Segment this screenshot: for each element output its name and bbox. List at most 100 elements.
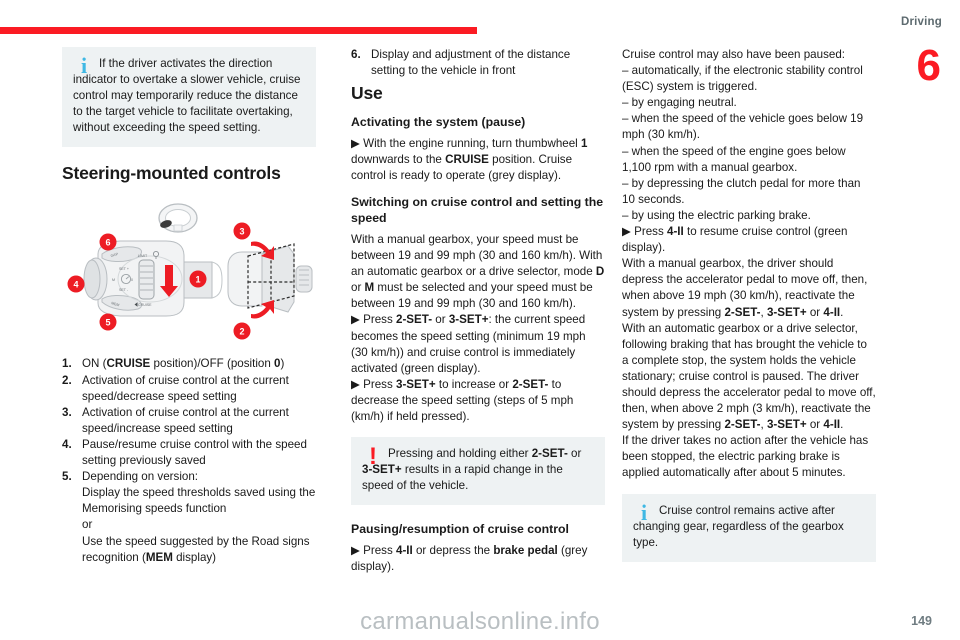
emphasis: 0 bbox=[274, 357, 281, 371]
svg-text:2: 2 bbox=[239, 327, 244, 337]
cruise-label: CRUISE bbox=[138, 303, 152, 307]
thumbwheel-1 bbox=[138, 259, 155, 300]
warning-callout-rapid-change: ! Pressing and holding either 2-SET- or … bbox=[351, 437, 605, 506]
list-item-line: speed/decrease speed setting bbox=[82, 389, 237, 403]
info-callout-gearbox: i Cruise control remains active after ch… bbox=[622, 493, 876, 562]
cruise-control-numbered-list: 1. ON (CRUISE position)/OFF (position 0) 2… bbox=[62, 356, 316, 565]
list-item-line: Memorising speeds function bbox=[82, 502, 227, 516]
list-item: 1. ON (CRUISE position)/OFF (position 0) bbox=[62, 356, 316, 372]
callout-marker-4: 4 bbox=[67, 275, 85, 293]
svg-text:6: 6 bbox=[105, 238, 110, 248]
warning-icon: ! bbox=[369, 443, 377, 471]
list-item-number: 4. bbox=[62, 437, 72, 451]
zero-position-label: 0 bbox=[131, 278, 133, 282]
emphasis: 2-SET- bbox=[724, 418, 761, 432]
list-item-line: Use the speed suggested by the Road sign… bbox=[82, 534, 310, 548]
header-red-rule bbox=[0, 27, 477, 34]
list-item-number: 1. bbox=[62, 357, 72, 371]
warning-callout-text: Pressing and holding either 2-SET- or 3-… bbox=[362, 447, 582, 493]
paused-reason-item: – automatically, if the electronic stabi… bbox=[622, 64, 863, 94]
emphasis: CRUISE bbox=[106, 357, 151, 371]
column-left: i If the driver activates the direction … bbox=[62, 47, 316, 566]
paragraph-resume: ▶ Press 4-II to resume cruise control (g… bbox=[622, 225, 848, 255]
svg-text:4: 4 bbox=[73, 280, 78, 290]
list-item-line: Display the speed thresholds saved using… bbox=[82, 486, 316, 500]
paragraph-no-action: If the driver takes no action after the … bbox=[622, 434, 869, 480]
emphasis: 3-SET+ bbox=[766, 418, 807, 432]
info-callout-overtake-text: If the driver activates the direction in… bbox=[73, 57, 301, 135]
emphasis: 1 bbox=[580, 136, 588, 150]
list-item-line: Depending on version: bbox=[82, 470, 199, 484]
info-callout-gearbox-text: Cruise control remains active after chan… bbox=[633, 503, 844, 549]
list-item-number: 2. bbox=[62, 373, 72, 387]
subheading-switching-on: Switching on cruise control and setting … bbox=[351, 194, 604, 226]
emphasis: M bbox=[364, 281, 375, 295]
list-item-line: speed/increase speed setting bbox=[82, 421, 233, 435]
emphasis: 2-SET- bbox=[396, 313, 433, 327]
list-item-line: setting previously saved bbox=[82, 454, 206, 468]
emphasis: D bbox=[595, 265, 605, 279]
callout-marker-1: 1 bbox=[189, 270, 207, 288]
list-item-line: Activation of cruise control at the curr… bbox=[82, 405, 289, 419]
svg-text:5: 5 bbox=[105, 318, 110, 328]
paragraph-pause-resume: ▶ Press 4-II or depress the brake pedal … bbox=[351, 543, 588, 573]
paused-reason-item: – by using the electric parking brake. bbox=[622, 208, 811, 222]
limit-label: LIMIT bbox=[138, 254, 148, 258]
emphasis: 2-SET- bbox=[512, 377, 549, 391]
paused-reason-item: – when the speed of the vehicle goes bel… bbox=[622, 112, 864, 142]
emphasis: 3-SET+ bbox=[396, 377, 436, 391]
manual-page: Driving 6 i If the driver activates the … bbox=[0, 0, 960, 640]
list-item-line: Activation of cruise control at the curr… bbox=[82, 373, 289, 387]
list-item-line: or bbox=[82, 518, 93, 532]
page-title: Steering-mounted controls bbox=[62, 163, 281, 184]
list-item-line: setting to the vehicle in front bbox=[371, 64, 516, 78]
chapter-number: 6 bbox=[916, 41, 942, 90]
list-item-number: 6. bbox=[351, 48, 361, 61]
paragraph-automatic-gearbox: With an automatic gearbox or a drive sel… bbox=[622, 321, 876, 432]
info-callout-overtake: i If the driver activates the direction … bbox=[62, 47, 316, 148]
list-item-number: 5. bbox=[62, 470, 72, 484]
list-item: 2. Activation of cruise control at the cu… bbox=[62, 373, 316, 405]
svg-text:1: 1 bbox=[195, 275, 200, 285]
callout-marker-3: 3 bbox=[233, 222, 251, 240]
column-right: Cruise control may also have been paused… bbox=[622, 47, 876, 578]
page-number: 149 bbox=[911, 614, 932, 628]
site-watermark: carmanualsonline.info bbox=[360, 608, 600, 635]
paused-reason-item: – by depressing the clutch pedal for mor… bbox=[622, 176, 861, 206]
emphasis: 3-SET+ bbox=[766, 305, 807, 319]
list-item-line: Display and adjustment of the distance bbox=[371, 48, 571, 61]
emphasis: 3-SET+ bbox=[448, 313, 489, 327]
subheading-activating-system: Activating the system (pause) bbox=[351, 115, 526, 130]
list-item: 6. Display and adjustment of the distanc… bbox=[351, 47, 605, 79]
emphasis: 4-II bbox=[667, 225, 684, 239]
section-heading-use: Use bbox=[351, 83, 383, 104]
numbered-list-item-6: 6. Display and adjustment of the distanc… bbox=[351, 47, 605, 79]
paragraph-activate: ▶ With the engine running, turn thumbwhe… bbox=[351, 136, 588, 182]
emphasis: 4-II bbox=[823, 305, 841, 319]
emphasis: 2-SET- bbox=[531, 447, 568, 461]
paragraph-increase-decrease: ▶ Press 3-SET+ to increase or 2-SET- to … bbox=[351, 377, 574, 423]
subheading-pausing-resumption: Pausing/resumption of cruise control bbox=[351, 522, 569, 537]
column-middle: 6. Display and adjustment of the distanc… bbox=[351, 47, 605, 575]
paragraph-paused-intro: Cruise control may also have been paused… bbox=[622, 48, 845, 61]
header-section-label: Driving bbox=[900, 16, 942, 28]
callout-marker-2: 2 bbox=[233, 322, 251, 340]
steering-wheel-icon bbox=[158, 203, 198, 234]
info-icon: i bbox=[640, 499, 648, 525]
emphasis: 4-II bbox=[396, 543, 413, 557]
set-minus-label: SET - bbox=[119, 288, 129, 292]
set-plus-label: SET + bbox=[119, 267, 129, 271]
emphasis: 4-II bbox=[823, 418, 841, 432]
emphasis: CRUISE bbox=[445, 152, 489, 166]
emphasis: brake pedal bbox=[493, 543, 558, 557]
paused-reasons-list: – automatically, if the electronic stabi… bbox=[622, 63, 876, 224]
list-item-number: 3. bbox=[62, 405, 72, 419]
cruise-control-stalk-svg: .lt { fill:#f2f3f4; stroke:#b9bec2; stro… bbox=[67, 203, 313, 340]
info-icon: i bbox=[80, 53, 88, 78]
list-item-line: ON (CRUISE position)/OFF (position 0) bbox=[82, 357, 285, 371]
list-item: 5. Depending on version: Display the speed… bbox=[62, 469, 316, 566]
mode-m-label: M bbox=[112, 278, 115, 282]
emphasis: MEM bbox=[145, 550, 173, 564]
steering-mounted-controls-illustration: .lt { fill:#f2f3f4; stroke:#b9bec2; stro… bbox=[62, 194, 316, 346]
list-item-line: recognition (MEM display) bbox=[82, 550, 217, 564]
